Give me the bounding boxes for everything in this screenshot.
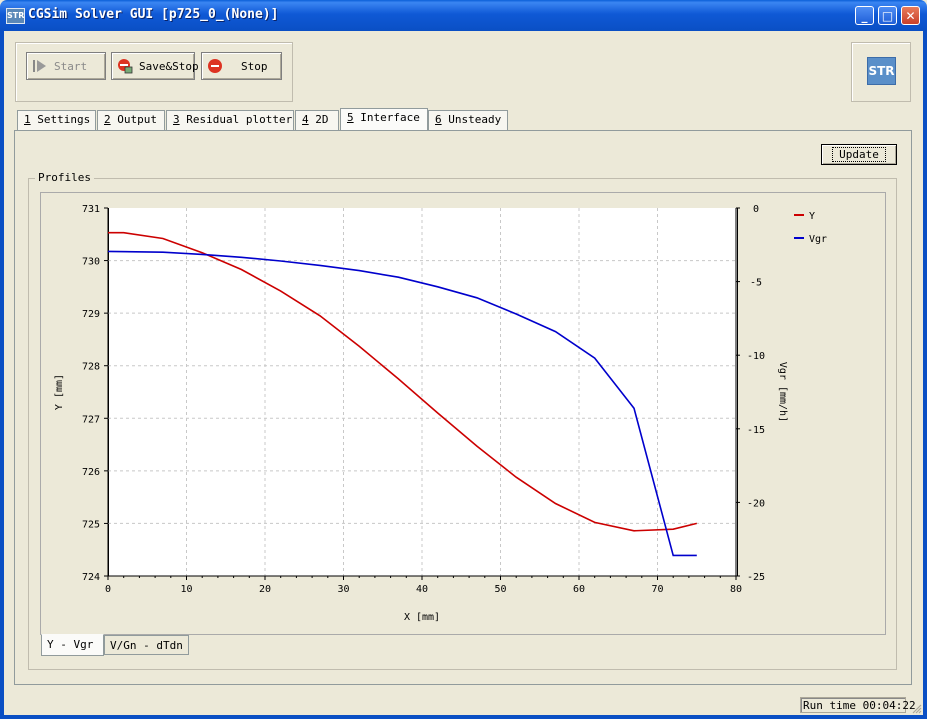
update-label: Update (832, 147, 886, 162)
close-button[interactable]: ✕ (901, 6, 920, 25)
stop-label: Stop (241, 59, 268, 73)
str-logo: STR (867, 57, 896, 85)
tab-number: 4 (302, 113, 309, 126)
tab-output[interactable]: 2 Output (97, 110, 165, 130)
tab-number: 6 (435, 113, 442, 126)
profiles-label: Profiles (35, 171, 94, 184)
window-title: CGSim Solver GUI [p725_0_(None)] (28, 7, 279, 22)
plot-area (108, 208, 738, 576)
tab-number: 5 (347, 111, 354, 124)
tab-interface[interactable]: 5 Interface (340, 108, 428, 131)
tab-residual-plotter[interactable]: 3 Residual plotter (166, 110, 294, 130)
save-stop-icon (118, 59, 133, 74)
start-button[interactable]: Start (26, 52, 106, 80)
runtime-status: Run time 00:04:22 (800, 697, 916, 713)
maximize-button[interactable]: □ (878, 6, 897, 25)
tab-label: Interface (353, 111, 420, 124)
tab-label: Unsteady (441, 113, 502, 126)
tab-number: 1 (24, 113, 31, 126)
tab-label: Output (110, 113, 157, 126)
tab-vgn-dtdn[interactable]: V/Gn - dTdn (104, 635, 189, 655)
tab-label: Settings (30, 113, 91, 126)
tab-settings[interactable]: 1 Settings (17, 110, 96, 130)
minimize-button[interactable]: _ (855, 6, 874, 25)
start-label: Start (54, 59, 88, 73)
resize-grip-icon[interactable] (911, 703, 922, 714)
play-icon (33, 60, 46, 72)
tab-y-vgr[interactable]: Y - Vgr (41, 634, 104, 656)
save-stop-button[interactable]: Save&Stop (111, 52, 199, 80)
stop-icon (208, 59, 222, 73)
save-stop-label: Save&Stop (139, 59, 199, 73)
tab-number: 3 (173, 113, 180, 126)
window-frame-right (923, 31, 927, 719)
tab-label: 2D (308, 113, 329, 126)
tab-2d[interactable]: 4 2D (295, 110, 339, 130)
app-icon: STR (6, 8, 25, 24)
tab-label: Residual plotter (179, 113, 293, 126)
window-frame-bottom (0, 715, 927, 719)
update-button[interactable]: Update (821, 144, 897, 165)
tab-number: 2 (104, 113, 111, 126)
tab-unsteady[interactable]: 6 Unsteady (428, 110, 508, 130)
stop-button[interactable]: Stop (201, 52, 282, 80)
window-frame-left (0, 31, 4, 719)
